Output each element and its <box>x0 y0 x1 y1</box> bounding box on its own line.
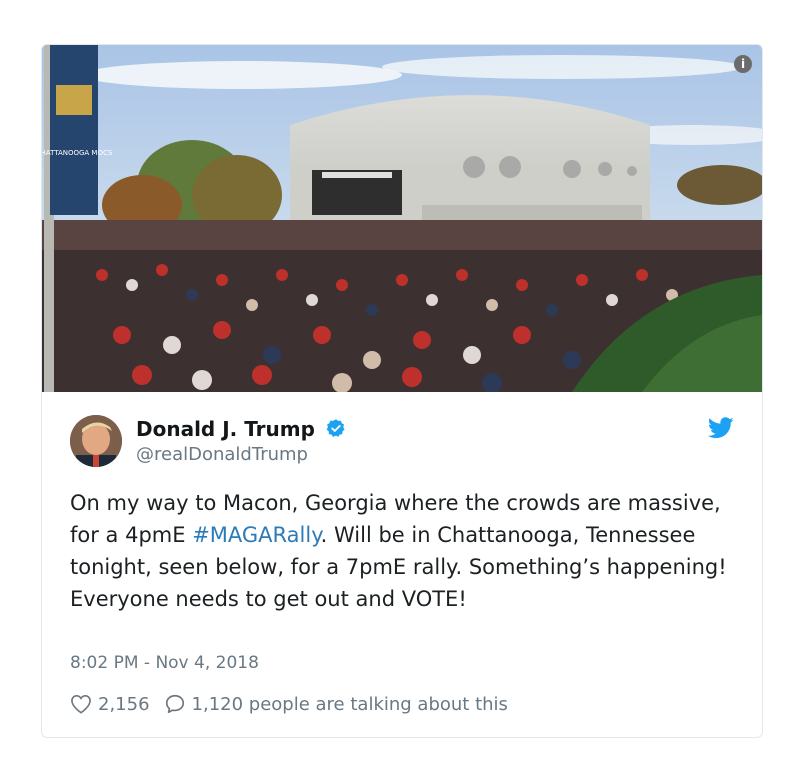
conversation-link[interactable]: 1,120 people are talking about this <box>164 693 508 715</box>
author-handle[interactable]: @realDonaldTrump <box>136 444 346 465</box>
tweet-photo[interactable]: CHATTANOOGA MOCS i <box>42 45 762 392</box>
tweet-text: On my way to Macon, Georgia where the cr… <box>70 487 742 615</box>
avatar-portrait-icon <box>70 415 122 467</box>
speech-bubble-icon <box>165 694 184 714</box>
tweet-card[interactable]: CHATTANOOGA MOCS i Donald J. Trump @real… <box>41 44 763 738</box>
avatar[interactable] <box>70 415 122 467</box>
tweet-header: Donald J. Trump @realDonaldTrump <box>70 415 734 471</box>
like-count: 2,156 <box>98 693 150 715</box>
tweet-timestamp[interactable]: 8:02 PM - Nov 4, 2018 <box>70 653 259 673</box>
rally-crowd-image: CHATTANOOGA MOCS <box>42 45 762 392</box>
author-name[interactable]: Donald J. Trump <box>136 417 315 441</box>
twitter-bird-icon[interactable] <box>707 417 734 443</box>
like-button[interactable]: 2,156 <box>70 694 150 715</box>
tweet-actions: 2,156 1,120 people are talking about thi… <box>70 693 508 715</box>
heart-icon <box>71 694 91 714</box>
info-icon[interactable]: i <box>734 55 752 73</box>
banner-text: CHATTANOOGA MOCS <box>42 149 113 157</box>
verified-badge-icon <box>326 418 346 442</box>
hashtag-link[interactable]: #MAGARally <box>192 523 320 547</box>
conversation-count: 1,120 people are talking about this <box>191 693 508 715</box>
